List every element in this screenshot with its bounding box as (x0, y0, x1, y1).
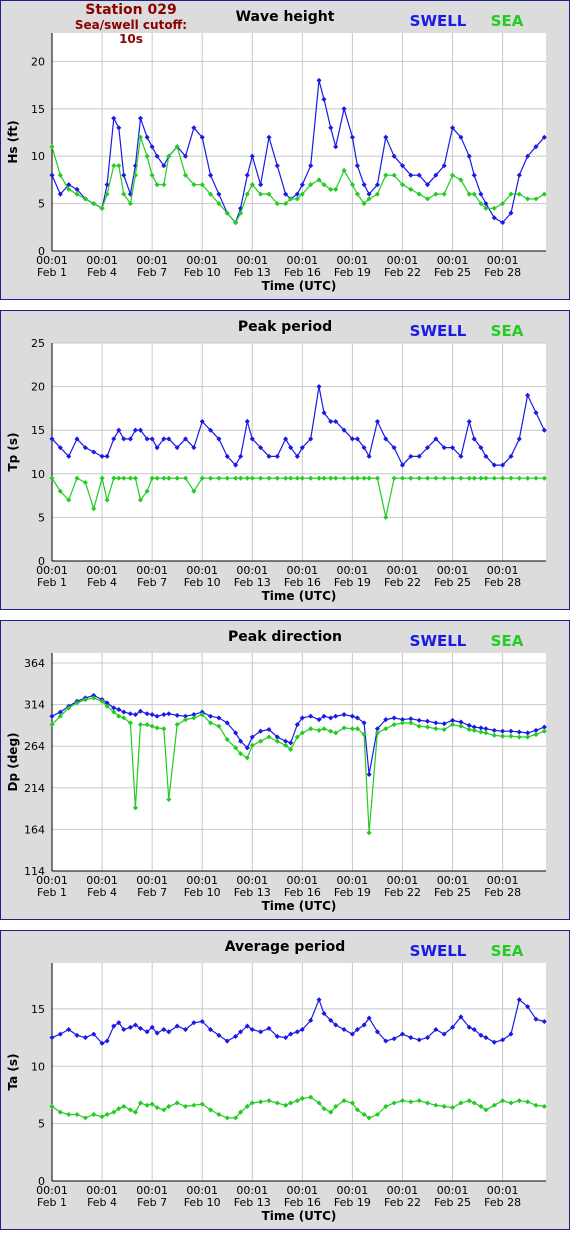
x-tick-date: Feb 7 (137, 266, 167, 279)
x-tick-date: Feb 10 (184, 1196, 221, 1209)
y-tick-label: 15 (31, 424, 45, 437)
station-label: Station 029 Sea/swell cutoff: 10s (71, 2, 191, 46)
y-tick-label: 264 (24, 740, 45, 753)
x-tick-date: Feb 1 (37, 1196, 67, 1209)
chart-panel-wave-height: 0 5 10 15 20 00:01 Feb 1 00:01 Feb 4 00:01 Feb 7 00… (0, 0, 570, 300)
cutoff-label: Sea/swell cutoff: 10s (74, 18, 188, 46)
legend-swell: SWELL (410, 12, 467, 30)
station-name: Station 029 (85, 2, 177, 18)
x-tick-date: Feb 1 (37, 266, 67, 279)
legend-sea: SEA (491, 632, 524, 650)
plot-area (52, 343, 546, 561)
y-axis-label: Dp (deg) (6, 732, 20, 791)
x-tick-date: Feb 13 (234, 266, 271, 279)
y-tick-label: 10 (31, 468, 45, 481)
x-axis-label: Time (UTC) (262, 279, 337, 293)
plot-area (52, 653, 546, 871)
x-tick-date: Feb 13 (234, 886, 271, 899)
x-tick-date: Feb 19 (334, 266, 371, 279)
plot-area (52, 33, 546, 251)
x-tick-date: Feb 1 (37, 576, 67, 589)
x-tick-date: Feb 28 (484, 576, 521, 589)
chart-title: Average period (225, 939, 346, 955)
x-tick-date: Feb 19 (334, 576, 371, 589)
x-tick-date: Feb 28 (484, 266, 521, 279)
y-tick-label: 25 (31, 337, 45, 350)
y-tick-label: 20 (31, 381, 45, 394)
chart-svg-average-period: 05101500:01Feb 100:01Feb 400:01Feb 700:0… (6, 939, 547, 1223)
y-tick-label: 214 (24, 782, 45, 795)
x-tick-date: Feb 4 (87, 576, 117, 589)
x-tick-date: Feb 22 (384, 1196, 421, 1209)
x-tick-date: Feb 22 (384, 886, 421, 899)
chart-title: Peak direction (228, 629, 342, 645)
y-tick-label: 164 (24, 823, 45, 836)
legend-sea: SEA (491, 12, 524, 30)
legend-swell: SWELL (410, 632, 467, 650)
x-tick-date: Feb 16 (284, 1196, 321, 1209)
x-tick-date: Feb 10 (184, 886, 221, 899)
plot-area (52, 963, 546, 1181)
x-axis-label: Time (UTC) (262, 899, 337, 913)
y-tick-label: 5 (38, 511, 45, 524)
x-tick-date: Feb 16 (284, 266, 321, 279)
x-tick-date: Feb 25 (434, 576, 471, 589)
x-tick-date: Feb 16 (284, 576, 321, 589)
x-tick-date: Feb 1 (37, 886, 67, 899)
x-tick-date: Feb 7 (137, 576, 167, 589)
chart-panel-average-period: 0 5 10 15 00:01 Feb 1 00:01 Feb 4 00:01 Feb 7 00:0… (0, 930, 570, 1230)
x-tick-date: Feb 19 (334, 886, 371, 899)
x-tick-date: Feb 25 (434, 266, 471, 279)
x-axis-label: Time (UTC) (262, 1209, 337, 1223)
x-tick-date: Feb 22 (384, 576, 421, 589)
x-tick-date: Feb 7 (137, 886, 167, 899)
x-tick-date: Feb 16 (284, 886, 321, 899)
y-tick-label: 10 (31, 150, 45, 163)
x-tick-date: Feb 13 (234, 576, 271, 589)
y-tick-label: 314 (24, 699, 45, 712)
x-axis-label: Time (UTC) (262, 589, 337, 603)
legend-swell: SWELL (410, 942, 467, 960)
y-tick-label: 20 (31, 55, 45, 68)
x-tick-date: Feb 10 (184, 576, 221, 589)
x-tick-date: Feb 4 (87, 886, 117, 899)
chart-svg-peak-direction: 11416421426431436400:01Feb 100:01Feb 400… (6, 629, 547, 913)
x-tick-date: Feb 28 (484, 1196, 521, 1209)
x-tick-date: Feb 28 (484, 886, 521, 899)
y-tick-label: 10 (31, 1060, 45, 1073)
legend-sea: SEA (491, 322, 524, 340)
x-tick-date: Feb 19 (334, 1196, 371, 1209)
x-tick-date: Feb 10 (184, 266, 221, 279)
x-tick-date: Feb 25 (434, 886, 471, 899)
x-tick-date: Feb 4 (87, 1196, 117, 1209)
y-tick-label: 15 (31, 1003, 45, 1016)
y-axis-label: Ta (s) (6, 1053, 20, 1090)
chart-title: Wave height (236, 9, 335, 25)
legend-swell: SWELL (410, 322, 467, 340)
y-tick-label: 364 (24, 657, 45, 670)
chart-svg-peak-period: 051015202500:01Feb 100:01Feb 400:01Feb 7… (6, 319, 547, 603)
y-axis-label: Tp (s) (6, 432, 20, 471)
x-tick-date: Feb 4 (87, 266, 117, 279)
chart-panel-peak-direction: 114 164 214 264 314 364 00:01 Feb 1 00:01 Feb 4 00… (0, 620, 570, 920)
y-tick-label: 5 (38, 1118, 45, 1131)
chart-panel-peak-period: 0 5 10 15 20 25 00:01 Feb 1 00:01 Feb 4 00:01 Feb 7… (0, 310, 570, 610)
x-tick-date: Feb 25 (434, 1196, 471, 1209)
x-tick-date: Feb 7 (137, 1196, 167, 1209)
y-tick-label: 5 (38, 198, 45, 211)
x-tick-date: Feb 22 (384, 266, 421, 279)
legend-sea: SEA (491, 942, 524, 960)
y-tick-label: 15 (31, 103, 45, 116)
x-tick-date: Feb 13 (234, 1196, 271, 1209)
chart-title: Peak period (238, 319, 332, 335)
y-axis-label: Hs (ft) (6, 120, 20, 163)
